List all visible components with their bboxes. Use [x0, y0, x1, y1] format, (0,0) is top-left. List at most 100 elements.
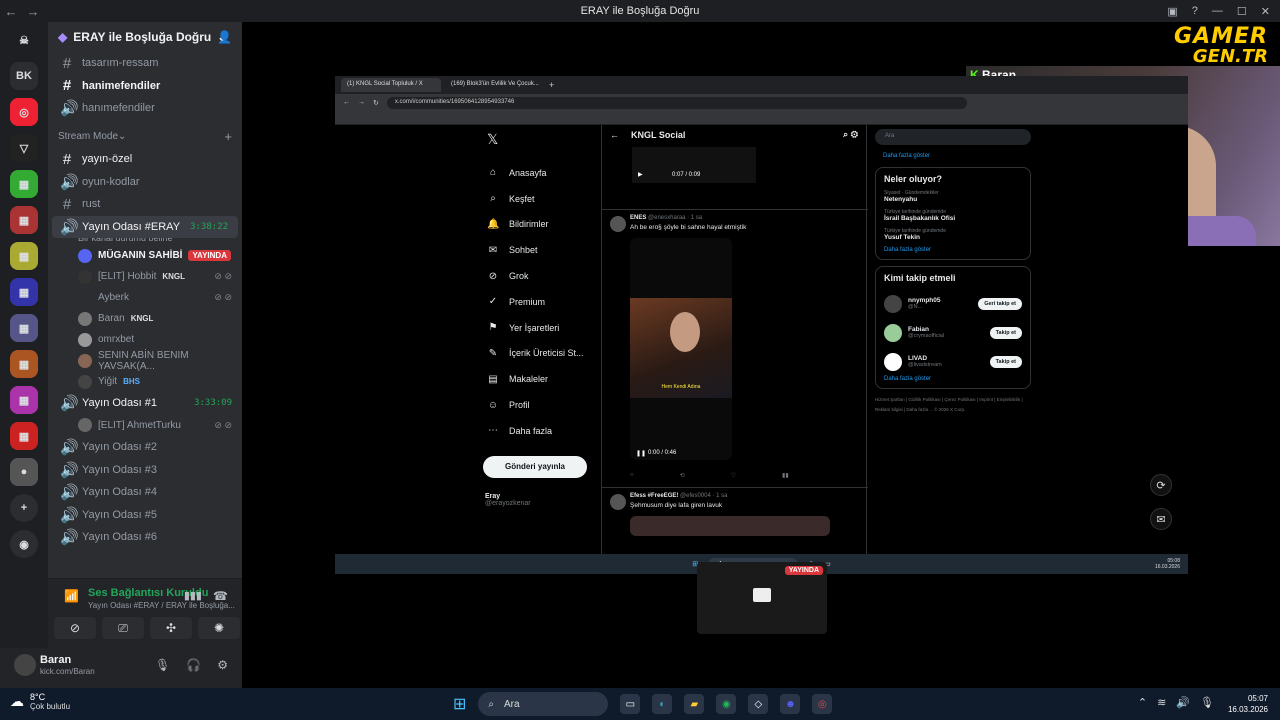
nav-notifications[interactable]: 🔔 Bildirimler: [483, 212, 603, 238]
app-icon[interactable]: ◇: [748, 694, 769, 714]
post-image[interactable]: [630, 516, 830, 536]
add-member-icon[interactable]: 👤: [217, 30, 232, 44]
server-folder-icon[interactable]: ▦: [10, 278, 38, 306]
add-channel-icon[interactable]: +: [224, 129, 232, 144]
show-more-link[interactable]: Daha fazla göster: [884, 247, 1022, 253]
close-button[interactable]: ✕: [1261, 5, 1270, 18]
trend-item[interactable]: İsrail Başbakanlık Ofisi: [884, 215, 1022, 222]
voice-channel[interactable]: 🔊 Yayın Odası #2: [48, 436, 242, 459]
play-icon[interactable]: ▶: [638, 171, 643, 178]
server-icon[interactable]: ●: [10, 458, 38, 486]
voice-user[interactable]: Ayberk ⊘ ⊘: [48, 287, 242, 308]
new-tab-icon[interactable]: +: [549, 80, 554, 90]
channel-item[interactable]: # yayın-özel: [48, 148, 242, 171]
browser-tab[interactable]: (1) KNGL Social Topluluk / X: [341, 78, 441, 92]
voice-channel-active[interactable]: 🔊 Yayın Odası #ERAY 3:38:22: [52, 215, 238, 239]
edge-icon[interactable]: ◐: [652, 694, 673, 714]
search-input[interactable]: Ara: [875, 129, 1031, 145]
chrome-icon[interactable]: ◎: [812, 694, 833, 714]
show-more-link[interactable]: Daha fazla göster: [884, 376, 1022, 382]
back-arrow-icon[interactable]: ←: [610, 130, 619, 140]
chevron-up-icon[interactable]: ⌃: [1138, 696, 1147, 709]
popout-icon[interactable]: ⟳: [1150, 474, 1172, 496]
taskbar-search[interactable]: ⌕ Ara: [478, 692, 609, 716]
avatar[interactable]: [884, 323, 902, 342]
stream-preview[interactable]: YAYINDA: [697, 562, 827, 634]
voice-user[interactable]: Baran KNGL: [48, 308, 242, 329]
video-player[interactable]: ▶ 0:07 / 0:09: [632, 147, 756, 183]
voice-channel[interactable]: 🔊 Yayın Odası #1 3:33:09: [48, 392, 242, 415]
spotify-icon[interactable]: ◉: [716, 694, 737, 714]
stream-viewer[interactable]: GAMER GEN.TR K Baran (1) KNGL Social Top…: [242, 22, 1280, 688]
camera-off-button[interactable]: ⊘: [54, 617, 96, 639]
voice-user[interactable]: MÜGANIN SAHİBİ YAYINDA: [48, 245, 242, 266]
channel-item[interactable]: # rust: [48, 193, 242, 216]
headphones-icon[interactable]: 🎧: [186, 658, 201, 672]
minimize-button[interactable]: —: [1212, 5, 1223, 17]
nav-chat[interactable]: ✉ Sohbet: [483, 237, 603, 263]
channel-item[interactable]: # hanimefendiler: [48, 75, 242, 98]
account-switcher[interactable]: Eray @erayozkenar: [485, 493, 531, 507]
message-icon[interactable]: ✉: [1150, 508, 1172, 530]
windows-start-icon[interactable]: ⊞: [453, 694, 466, 714]
follow-back-button[interactable]: Geri takip et: [978, 297, 1022, 310]
trend-item[interactable]: Yusuf Tekin: [884, 234, 1022, 241]
file-explorer-icon[interactable]: ▰: [684, 694, 705, 714]
nav-grok[interactable]: ⊘ Grok: [483, 263, 603, 289]
voice-user[interactable]: SENIN ABİN BENIM YAVSAK(A...: [48, 350, 242, 372]
server-icon[interactable]: ◎: [10, 98, 38, 126]
reload-icon[interactable]: ↻: [373, 99, 379, 107]
repost-icon[interactable]: ⟲: [680, 472, 685, 479]
wifi-icon[interactable]: ≋: [1157, 696, 1166, 709]
server-folder-icon[interactable]: ▦: [10, 350, 38, 378]
voice-channel[interactable]: 🔊 Yayın Odası #5: [48, 504, 242, 527]
avatar[interactable]: [14, 654, 36, 676]
show-more-link[interactable]: Daha fazla göster: [883, 153, 1035, 159]
voice-user[interactable]: omrxbet: [48, 329, 242, 350]
avatar[interactable]: [610, 216, 626, 232]
voice-user[interactable]: [ELIT] AhmetTurku ⊘ ⊘: [48, 415, 242, 436]
pause-icon[interactable]: ❚❚: [636, 450, 646, 457]
category-header[interactable]: Stream Mode ⌄ +: [48, 126, 242, 148]
server-icon[interactable]: ▽: [10, 134, 38, 162]
volume-icon[interactable]: 🔊: [1176, 696, 1190, 709]
soundboard-button[interactable]: ✺: [198, 617, 240, 639]
channel-item[interactable]: 🔊 hanımefendiler: [48, 97, 242, 120]
browser-tab[interactable]: (169) Blok3'ün Evlilik Ve Çocuk...: [445, 78, 545, 92]
reply-icon[interactable]: ○: [630, 472, 634, 479]
screen-share-button[interactable]: ⎚: [102, 617, 144, 639]
search-icon[interactable]: ⌕ ⚙: [843, 129, 858, 140]
voice-channel[interactable]: 🔊 Yayın Odası #3: [48, 458, 242, 481]
channel-item[interactable]: 🔊 oyun-kodlar: [48, 170, 242, 193]
server-folder-icon[interactable]: ▦: [10, 386, 38, 414]
follow-button[interactable]: Takip et: [989, 326, 1022, 339]
noise-icon[interactable]: ▮▮▮: [184, 589, 202, 602]
nav-articles[interactable]: ▤ Makaleler: [483, 366, 603, 392]
settings-gear-icon[interactable]: ⚙: [217, 658, 228, 672]
footer-links[interactable]: Hizmet Şartları | Gizlilik Politikası | …: [875, 395, 1025, 415]
taskview-icon[interactable]: ▭: [620, 694, 641, 714]
post[interactable]: ENES @enesxharaa · 1 sa Ah be ero§ şöyle…: [602, 209, 868, 487]
nav-premium[interactable]: ✓ Premium: [483, 289, 603, 315]
nav-creator-studio[interactable]: ✎ İçerik Üreticisi St...: [483, 341, 603, 367]
nav-more[interactable]: ⋯ Daha fazla: [483, 418, 603, 444]
back-icon[interactable]: ←: [343, 99, 350, 106]
maximize-button[interactable]: ☐: [1237, 5, 1247, 18]
nav-bookmarks[interactable]: ⚑ Yer İşaretleri: [483, 315, 603, 341]
nav-explore[interactable]: ⌕ Keşfet: [483, 186, 603, 212]
voice-user[interactable]: Yiğit BHS: [48, 371, 242, 392]
help-icon[interactable]: ?: [1192, 5, 1198, 17]
voice-user[interactable]: [ELIT] Hobbit KNGL ⊘ ⊘: [48, 266, 242, 287]
weather-widget[interactable]: ☁ 8°C Çok bulutlu: [10, 692, 70, 711]
avatar[interactable]: [884, 352, 902, 371]
server-icon[interactable]: BK: [10, 62, 38, 90]
avatar[interactable]: [610, 494, 626, 510]
voice-channel[interactable]: 🔊 Yayın Odası #4: [48, 481, 242, 504]
post[interactable]: Efess #FreeEGE! @efes0004 · 1 sa Şehmusu…: [602, 487, 868, 554]
nav-home[interactable]: ⌂ Anasayfa: [483, 160, 603, 186]
add-server-icon[interactable]: +: [10, 494, 38, 522]
server-folder-icon[interactable]: ▦: [10, 170, 38, 198]
x-logo-icon[interactable]: 𝕏: [483, 131, 603, 148]
server-folder-icon[interactable]: ▦: [10, 206, 38, 234]
tiktok-video[interactable]: Hem Kendi Adına ❚❚ 0:00 / 0:46: [630, 238, 732, 460]
